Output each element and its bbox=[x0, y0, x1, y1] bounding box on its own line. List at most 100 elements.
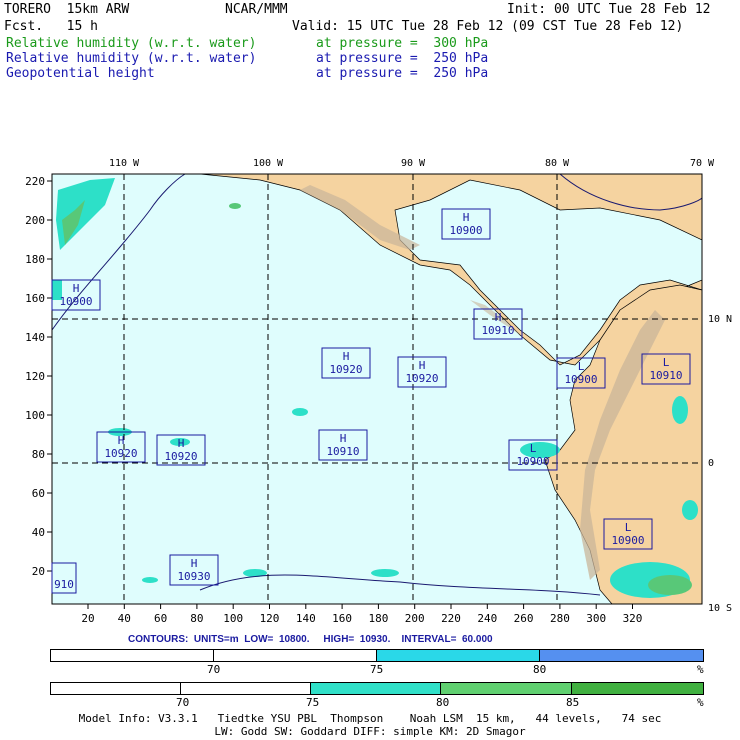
cbar1-label-75: 75 bbox=[370, 663, 384, 676]
y-tick-label: 220 bbox=[25, 175, 45, 188]
center-type: H bbox=[343, 350, 350, 363]
center-type: H bbox=[73, 282, 80, 295]
center-type: H bbox=[340, 432, 347, 445]
center-type: H bbox=[191, 557, 198, 570]
cbar2-label-unit: % bbox=[697, 696, 704, 709]
center-value: 10910 bbox=[649, 369, 682, 382]
cbar1-seg bbox=[51, 650, 214, 661]
cbar2-seg bbox=[181, 683, 311, 694]
x-tick-label: 140 bbox=[296, 612, 316, 625]
center-type: L bbox=[530, 442, 537, 455]
center-type: L bbox=[625, 521, 632, 534]
x-tick-label: 40 bbox=[118, 612, 131, 625]
y-tick-label: 120 bbox=[25, 370, 45, 383]
model-title: TORERO 15km ARW bbox=[4, 2, 130, 17]
x-tick-label: 160 bbox=[332, 612, 352, 625]
latitude-label: 10 S bbox=[708, 603, 732, 614]
x-tick-label: 260 bbox=[514, 612, 534, 625]
field2-level: at pressure = 250 hPa bbox=[316, 51, 489, 66]
center-value: 10910 bbox=[481, 324, 514, 337]
center-value: 10920 bbox=[164, 450, 197, 463]
model-info-line2: LW: Godd SW: Goddard DIFF: simple KM: 2D… bbox=[214, 725, 526, 738]
longitude-label: 70 W bbox=[690, 158, 715, 169]
center-value: 10920 bbox=[329, 363, 362, 376]
y-tick-label: 200 bbox=[25, 214, 45, 227]
x-tick-label: 200 bbox=[405, 612, 425, 625]
y-tick-label: 140 bbox=[25, 331, 45, 344]
center-value: 10900 bbox=[564, 373, 597, 386]
latitude-labels: 10 N 0 10 S bbox=[708, 314, 732, 614]
init-time: Init: 00 UTC Tue 28 Feb 12 bbox=[507, 2, 711, 17]
x-tick-label: 320 bbox=[623, 612, 643, 625]
institution: NCAR/MMM bbox=[225, 2, 288, 17]
center-value: 10900 bbox=[611, 534, 644, 547]
x-tick-label: 240 bbox=[477, 612, 497, 625]
cbar2-seg bbox=[311, 683, 441, 694]
center-value: 910 bbox=[54, 578, 74, 591]
x-tick-label: 100 bbox=[223, 612, 243, 625]
colorbar-rh300 bbox=[50, 682, 704, 695]
center-value: 10910 bbox=[326, 445, 359, 458]
field2-name: Relative humidity (w.r.t. water) bbox=[6, 51, 257, 66]
field3-level: at pressure = 250 hPa bbox=[316, 66, 489, 81]
center-value: 10920 bbox=[104, 447, 137, 460]
center-type: H bbox=[118, 434, 125, 447]
x-tick-label: 220 bbox=[441, 612, 461, 625]
center-value: 10920 bbox=[405, 372, 438, 385]
field1-level: at pressure = 300 hPa bbox=[316, 36, 489, 51]
longitude-label: 100 W bbox=[253, 158, 284, 169]
x-tick-label: 300 bbox=[586, 612, 606, 625]
contour-info: CONTOURS: UNITS=m LOW= 10800. HIGH= 1093… bbox=[128, 634, 493, 645]
center-value: 10900 bbox=[59, 295, 92, 308]
cbar1-label-unit: % bbox=[697, 663, 704, 676]
weather-map: 110 W 100 W 90 W 80 W 70 W 10 N 0 10 S 20 40 60 8… bbox=[25, 158, 732, 625]
cbar2-seg bbox=[441, 683, 572, 694]
cbar1-label-80: 80 bbox=[533, 663, 547, 676]
x-axis-ticks: 20 40 60 80 100 120 140 160 180 200 220 240 260 280 30… bbox=[81, 604, 642, 625]
valid-time: Valid: 15 UTC Tue 28 Feb 12 (09 CST Tue … bbox=[292, 19, 684, 34]
latitude-label: 10 N bbox=[708, 314, 732, 325]
forecast-hour: Fcst. 15 h bbox=[4, 19, 98, 34]
y-tick-label: 180 bbox=[25, 253, 45, 266]
center-type: L bbox=[663, 356, 670, 369]
cbar2-seg bbox=[51, 683, 181, 694]
x-tick-label: 120 bbox=[260, 612, 280, 625]
cbar2-label-80: 80 bbox=[436, 696, 450, 709]
x-tick-label: 80 bbox=[190, 612, 203, 625]
x-tick-label: 20 bbox=[81, 612, 94, 625]
cbar1-label-70: 70 bbox=[207, 663, 221, 676]
y-tick-label: 60 bbox=[32, 487, 45, 500]
longitude-label: 80 W bbox=[545, 158, 570, 169]
colorbar-rh250 bbox=[50, 649, 704, 662]
cbar1-seg bbox=[540, 650, 703, 661]
cbar1-seg bbox=[377, 650, 540, 661]
y-tick-label: 160 bbox=[25, 292, 45, 305]
cbar2-label-70: 70 bbox=[176, 696, 190, 709]
y-tick-label: 20 bbox=[32, 565, 45, 578]
longitude-label: 110 W bbox=[109, 158, 140, 169]
x-tick-label: 280 bbox=[550, 612, 570, 625]
y-tick-label: 100 bbox=[25, 409, 45, 422]
center-type: L bbox=[578, 360, 585, 373]
y-axis-ticks: 220 200 180 160 140 120 100 80 60 40 20 bbox=[25, 175, 52, 578]
longitude-labels: 110 W 100 W 90 W 80 W 70 W bbox=[109, 158, 715, 169]
y-tick-label: 40 bbox=[32, 526, 45, 539]
field3-name: Geopotential height bbox=[6, 66, 155, 81]
latitude-label: 0 bbox=[708, 458, 714, 469]
x-tick-label: 60 bbox=[154, 612, 167, 625]
center-type: H bbox=[419, 359, 426, 372]
center-type: H bbox=[495, 311, 502, 324]
field1-name: Relative humidity (w.r.t. water) bbox=[6, 36, 257, 51]
y-tick-label: 80 bbox=[32, 448, 45, 461]
cbar2-seg bbox=[572, 683, 703, 694]
center-value: 10900 bbox=[449, 224, 482, 237]
cbar2-label-85: 85 bbox=[566, 696, 580, 709]
x-tick-label: 180 bbox=[368, 612, 388, 625]
model-info-line1: Model Info: V3.3.1 Tiedtke YSU PBL Thomp… bbox=[78, 712, 662, 725]
cbar1-seg bbox=[214, 650, 377, 661]
cbar2-label-75: 75 bbox=[306, 696, 320, 709]
longitude-label: 90 W bbox=[401, 158, 426, 169]
center-value: 10930 bbox=[177, 570, 210, 583]
center-value: 10900 bbox=[516, 455, 549, 468]
center-type: H bbox=[463, 211, 470, 224]
